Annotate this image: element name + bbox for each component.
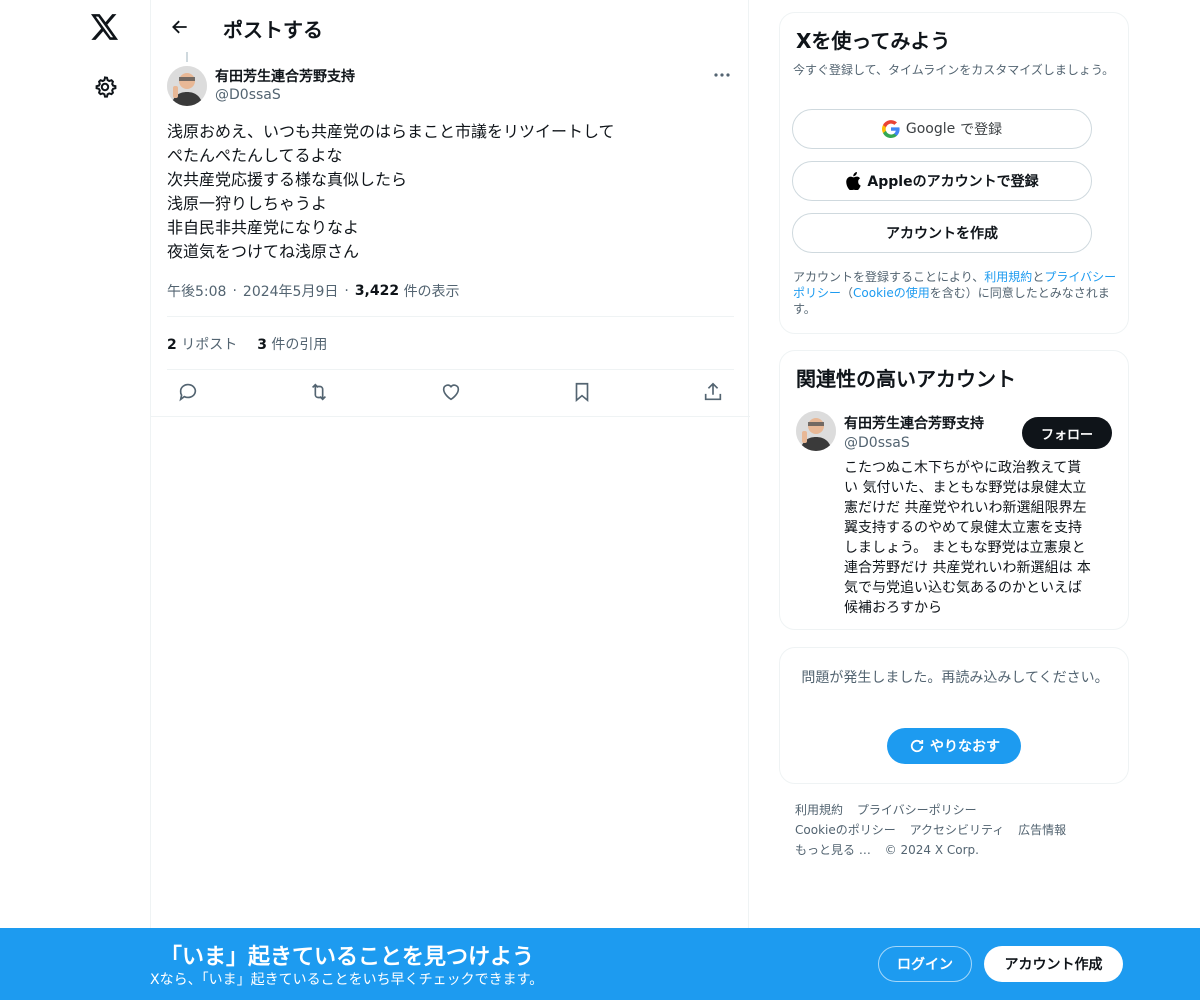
divider (167, 316, 734, 317)
post-text-line: ぺたんぺたんしてるよな (167, 146, 343, 165)
post-text-line: 夜道気をつけてね浅原さん (167, 242, 360, 261)
bio-line: 候補おろすから (844, 600, 942, 616)
post-text-line: 浅原一狩りしちゃうよ (167, 194, 328, 213)
apple-icon (845, 172, 862, 190)
cookie-link[interactable]: Cookieの使用 (853, 286, 930, 300)
post-actions (167, 376, 734, 412)
divider (167, 369, 734, 370)
post-meta: 午後5:08 · 2024年5月9日 · 3,422 件の表示 (167, 281, 460, 301)
bio-line: 憲だけだ 共産党やれいわ新選組限界左 (844, 500, 1087, 516)
terms-text: アカウントを登録することにより、利用規約とプライバシーポリシー（Cookieの使… (793, 270, 1117, 316)
avatar[interactable] (796, 411, 836, 451)
refresh-icon (908, 737, 926, 755)
bio-line: しましょう。 まともな野党は立憲泉と (844, 540, 1086, 556)
footer-links: 利用規約 プライバシーポリシー Cookieのポリシー アクセシビリティ 広告情… (795, 800, 1115, 860)
signup-subtitle: 今すぐ登録して、タイムラインをカスタマイズしましょう。 (793, 63, 1115, 77)
bio-line: 翼支持するのやめて泉健太立憲を支持 (844, 520, 1082, 536)
thread-connector (186, 52, 188, 62)
banner-create-account-button[interactable]: アカウント作成 (984, 946, 1123, 982)
post-date[interactable]: 2024年5月9日 (243, 281, 338, 301)
retry-button[interactable]: やりなおす (887, 728, 1021, 764)
create-account-button[interactable]: アカウントを作成 (792, 213, 1092, 253)
footer-link[interactable]: もっと見る … (795, 843, 871, 857)
error-message: 問題が発生しました。再読み込みしてください。 (801, 670, 1109, 686)
post-text-line: 非自民非共産党になりなよ (167, 218, 360, 237)
signup-banner: 「いま」起きていることを見つけよう Xなら、「いま」起きていることをいち早くチェ… (0, 928, 1200, 1000)
google-icon (881, 120, 900, 138)
quotes-stat[interactable]: 3 件の引用 (257, 334, 327, 354)
google-brand-label: Google (905, 121, 956, 137)
post-text-line: 次共産党応援する様な真似したら (167, 170, 408, 189)
page-title: ポストする (223, 18, 323, 42)
more-options-icon[interactable] (707, 62, 737, 88)
like-icon[interactable] (435, 376, 467, 408)
bio-line: い 気付いた、まともな野党は泉健太立 (844, 480, 1087, 496)
error-card: 問題が発生しました。再読み込みしてください。 やりなおす (779, 647, 1129, 784)
signup-title: Xを使ってみよう (796, 29, 951, 53)
left-nav (0, 0, 150, 1000)
bio-line: 気で与党追い込む気あるのかといえば (844, 580, 1082, 596)
login-button[interactable]: ログイン (878, 946, 972, 982)
reply-icon[interactable] (172, 376, 204, 408)
gear-icon[interactable] (88, 70, 122, 104)
main-column: ポストする 有田芳生連合芳野支持 @D0ssaS 浅原おめえ、いつも共産党のはら… (150, 0, 750, 1000)
author-name[interactable]: 有田芳生連合芳野支持 (215, 66, 355, 86)
signup-card: Xを使ってみよう 今すぐ登録して、タイムラインをカスタマイズしましょう。 Goo… (779, 12, 1129, 334)
terms-link[interactable]: 利用規約 (984, 270, 1032, 284)
bio-line: こたつぬこ木下ちがやに政治教えて貰 (844, 460, 1082, 476)
reposts-stat[interactable]: 2 リポスト (167, 334, 237, 354)
post-text-line: 浅原おめえ、いつも共産党のはらまこと市議をリツイートして (167, 122, 615, 141)
google-signup-button[interactable]: Google で登録 (792, 109, 1092, 149)
bio-line: 連合芳野だけ 共産党れいわ新選組は 本 (844, 560, 1091, 576)
related-title: 関連性の高いアカウント (796, 367, 1016, 391)
banner-subtitle: Xなら、「いま」起きていることをいち早くチェックできます。 (150, 972, 544, 988)
x-logo-icon[interactable] (88, 10, 122, 44)
share-icon[interactable] (697, 376, 729, 408)
related-account-handle[interactable]: @D0ssaS (844, 435, 910, 451)
post-stats: 2 リポスト 3 件の引用 (167, 334, 327, 354)
retry-label: やりなおす (930, 739, 1000, 755)
related-account-name[interactable]: 有田芳生連合芳野支持 (844, 413, 984, 433)
bookmark-icon[interactable] (566, 376, 598, 408)
banner-title: 「いま」起きていることを見つけよう (160, 945, 535, 970)
back-arrow-icon[interactable] (163, 10, 197, 44)
footer-link[interactable]: プライバシーポリシー (857, 803, 977, 817)
related-accounts-card: 関連性の高いアカウント 有田芳生連合芳野支持 @D0ssaS フォロー こたつぬ… (779, 350, 1129, 630)
post-time[interactable]: 午後5:08 (167, 281, 226, 301)
related-account-bio: こたつぬこ木下ちがやに政治教えて貰 い 気付いた、まともな野党は泉健太立 憲だけ… (844, 458, 1109, 618)
post-text: 浅原おめえ、いつも共産党のはらまこと市議をリツイートして ぺたんぺたんしてるよな… (167, 120, 727, 264)
copyright: © 2024 X Corp. (884, 843, 979, 857)
footer-link[interactable]: 利用規約 (795, 803, 843, 817)
footer-link[interactable]: アクセシビリティ (910, 823, 1005, 837)
create-account-label: アカウントを作成 (886, 226, 998, 242)
divider (151, 416, 750, 417)
apple-signup-label: Appleのアカウントで登録 (867, 174, 1039, 190)
apple-signup-button[interactable]: Appleのアカウントで登録 (792, 161, 1092, 201)
footer-link[interactable]: Cookieのポリシー (795, 823, 896, 837)
footer-link[interactable]: 広告情報 (1018, 823, 1066, 837)
views-count: 3,422 (354, 283, 400, 299)
google-signup-label: で登録 (960, 122, 1003, 138)
views-label: 件の表示 (403, 284, 460, 300)
repost-icon[interactable] (303, 376, 335, 408)
avatar[interactable] (167, 66, 207, 106)
author-handle[interactable]: @D0ssaS (215, 87, 281, 103)
follow-button[interactable]: フォロー (1022, 417, 1112, 449)
